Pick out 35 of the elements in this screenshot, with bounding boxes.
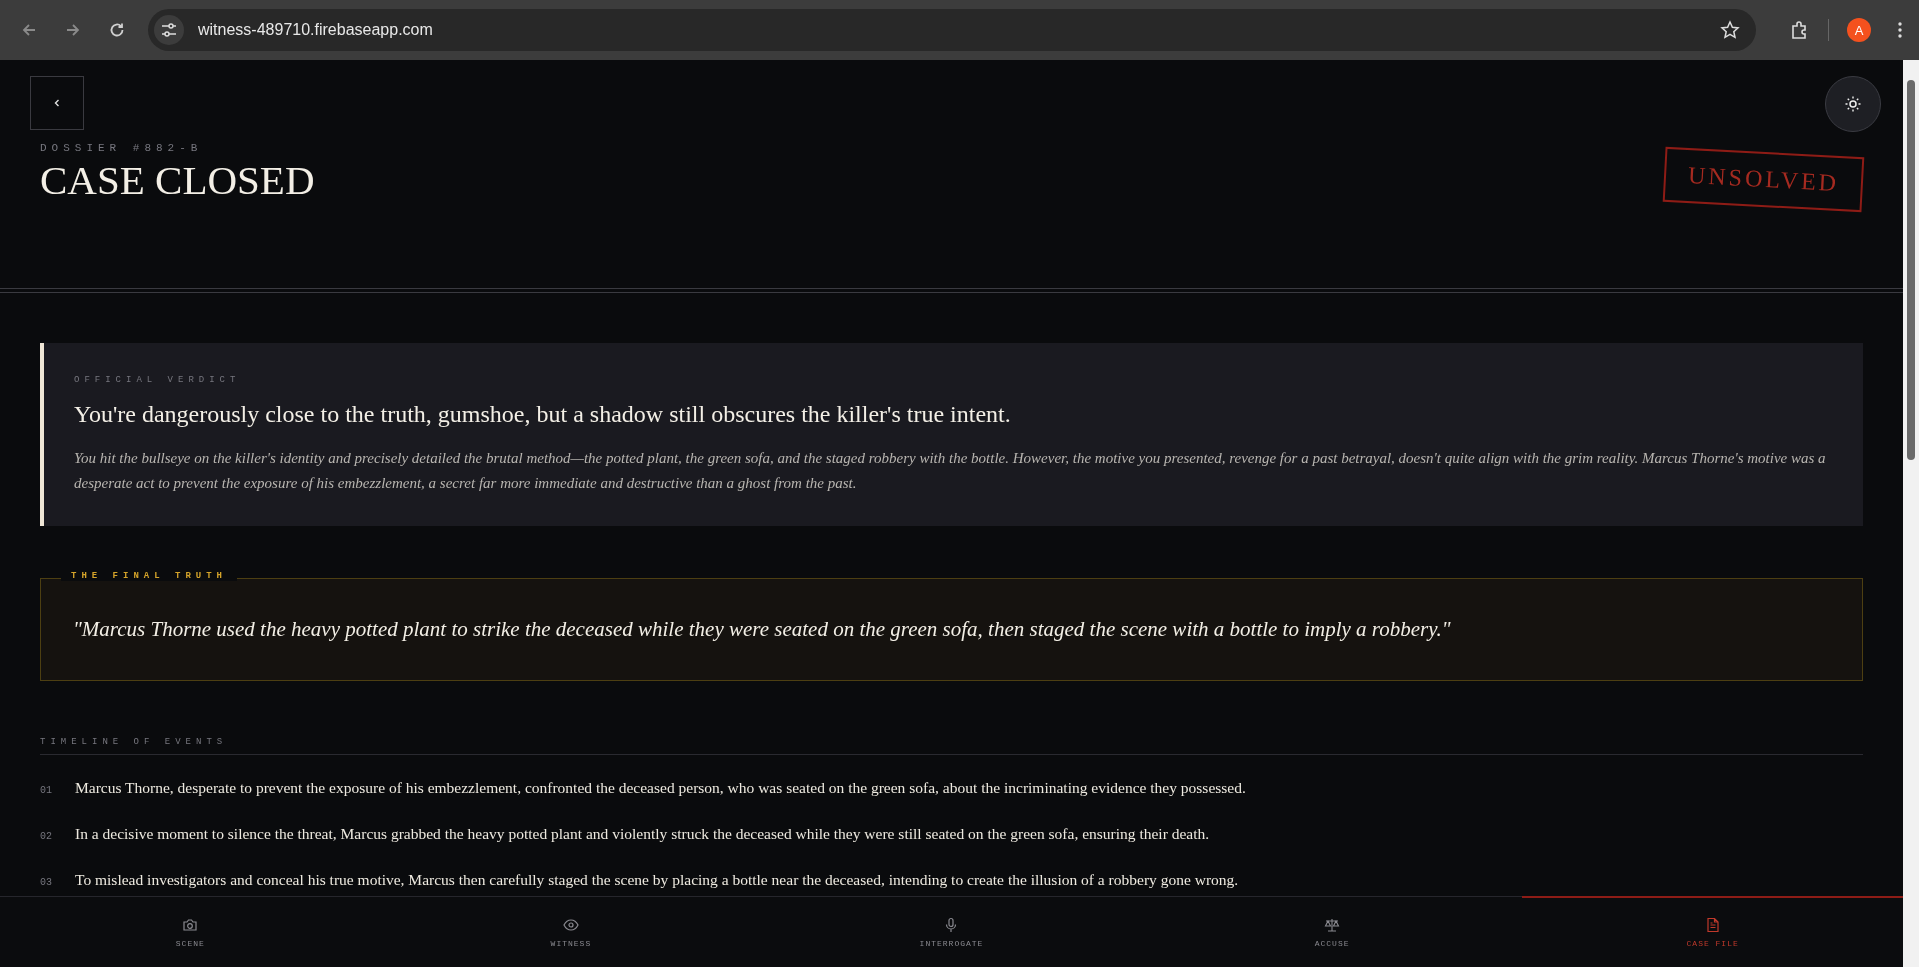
- reload-icon[interactable]: [108, 21, 126, 39]
- section-label: THE FINAL TRUTH: [61, 571, 237, 581]
- nav-tab[interactable]: INTERROGATE: [761, 896, 1142, 967]
- event-text: In a decisive moment to silence the threat, Marcus grabbed the heavy potted plant and violently struck the deceased while they were still seated on the green sofa, ensuring their death.: [75, 825, 1210, 843]
- address-bar[interactable]: witness-489710.firebaseapp.com: [148, 9, 1756, 51]
- verdict-headline: You're dangerously close to the truth, gumshoe, but a shadow still obscures the killer's true intent.: [74, 401, 1012, 428]
- url-text: witness-489710.firebaseapp.com: [198, 21, 434, 39]
- scales-icon: [1324, 917, 1341, 933]
- chevron-left-icon: [52, 98, 62, 108]
- dossier-number: DOSSIER #882-B: [40, 142, 204, 154]
- nav-tab[interactable]: WITNESS: [380, 896, 762, 967]
- nav-tab[interactable]: SCENE: [0, 896, 381, 967]
- page-title: CASE CLOSED: [40, 156, 315, 204]
- section-label: TIMELINE OF EVENTS: [40, 737, 1863, 755]
- event-number: 01: [40, 785, 53, 796]
- scrollbar[interactable]: [1903, 60, 1919, 967]
- event-text: Marcus Thorne, desperate to prevent the exposure of his embezzlement, confronted the deceased person, who was seated on the green sofa, about the incriminating evidence they possessed.: [75, 779, 1246, 797]
- event-text: To mislead investigators and conceal his true motive, Marcus then carefully staged the scene by placing a bottle near the deceased, intending to create the illusion of a robbery gone wrong.: [75, 871, 1239, 889]
- nav-tab[interactable]: CASE FILE: [1522, 896, 1903, 967]
- section-label: OFFICIAL VERDICT: [74, 375, 242, 385]
- document-icon: [1704, 917, 1721, 933]
- event-number: 03: [40, 877, 53, 888]
- profile-avatar[interactable]: A: [1847, 18, 1871, 42]
- camera-icon: [182, 917, 199, 933]
- bookmark-star-icon[interactable]: [1720, 20, 1740, 40]
- eye-icon: [562, 917, 579, 933]
- verdict-explanation: You hit the bullseye on the killer's identity and precisely detailed the brutal method—the potted plant, the green sofa, and the staged robbery with the bottle. However, the motive you presented, revenge for a past betrayal, doesn't quite align with the grim reality. Marcus Thorne's motive was a desperate act to prevent the exposure of his embezzlement, a secret far more immediate and destructive than a ghost from the past.: [74, 449, 1827, 493]
- theme-toggle-button[interactable]: [1825, 76, 1881, 132]
- truth-quote: "Marcus Thorne used the heavy potted plant to strike the deceased while they were seated on the green sofa, then staged the scene with a bottle to imply a robbery.": [73, 617, 1452, 642]
- unsolved-stamp: UNSOLVED: [1662, 146, 1865, 213]
- nav-tab[interactable]: ACCUSE: [1141, 896, 1523, 967]
- menu-icon[interactable]: [1897, 21, 1903, 39]
- event-number: 02: [40, 831, 53, 842]
- sun-icon: [1844, 95, 1862, 113]
- site-settings-icon[interactable]: [154, 15, 184, 45]
